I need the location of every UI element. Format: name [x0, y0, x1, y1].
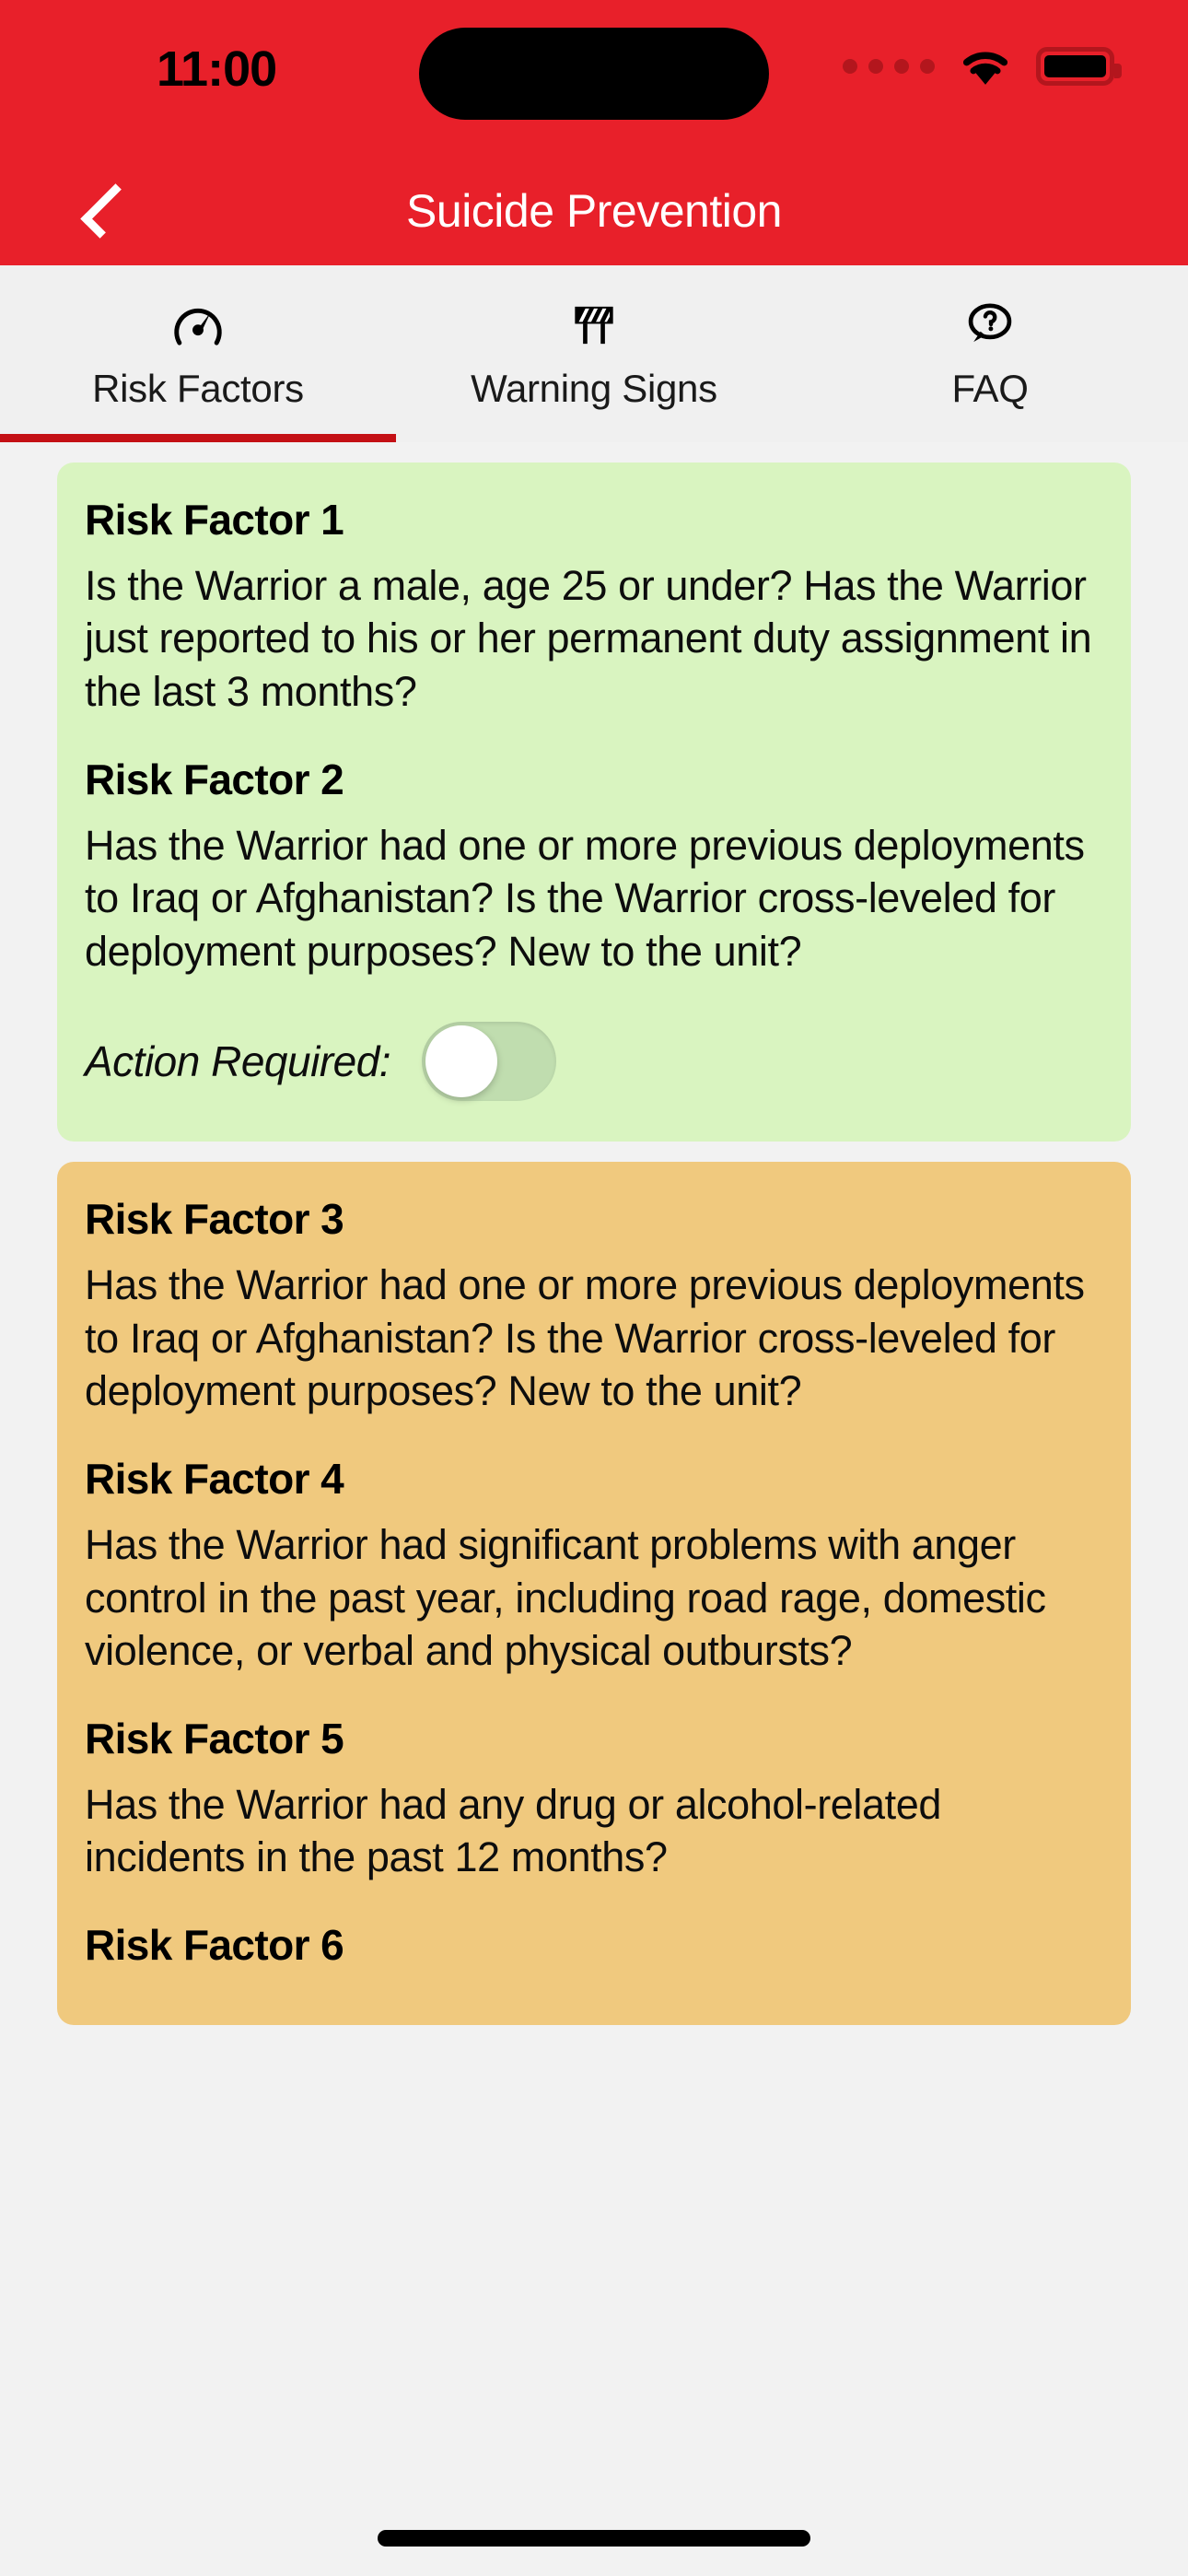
chevron-left-icon — [80, 183, 135, 239]
risk-factors-list[interactable]: Risk Factor 1 Is the Warrior a male, age… — [0, 442, 1188, 2576]
risk-card-orange: Risk Factor 3 Has the Warrior had one or… — [57, 1162, 1131, 2025]
risk-factor-body: Has the Warrior had one or more previous… — [85, 821, 1085, 975]
battery-icon — [1036, 47, 1122, 86]
wifi-icon — [962, 52, 1008, 85]
tab-label-faq: FAQ — [951, 367, 1029, 410]
action-required-label: Action Required: — [85, 1037, 391, 1086]
phone-screen: 11:00 Suicide Prevention Risk Factors Wa… — [0, 0, 1188, 2576]
road-barrier-icon — [565, 289, 623, 361]
tab-warning-signs[interactable]: Warning Signs — [396, 265, 792, 442]
risk-factor-title: Risk Factor 2 — [85, 755, 344, 803]
tab-label-warning-signs: Warning Signs — [471, 367, 717, 410]
risk-card-green: Risk Factor 1 Is the Warrior a male, age… — [57, 463, 1131, 1142]
risk-factor-body: Is the Warrior a male, age 25 or under? … — [85, 561, 1092, 716]
toggle-knob — [425, 1025, 498, 1098]
status-bar-time: 11:00 — [157, 41, 277, 97]
risk-factor-title: Risk Factor 6 — [85, 1920, 344, 1969]
risk-factor-title: Risk Factor 5 — [85, 1714, 344, 1762]
nav-bar: Suicide Prevention — [0, 157, 1188, 265]
risk-factor-body: Has the Warrior had one or more previous… — [85, 1261, 1085, 1415]
cellular-dots-icon — [843, 59, 935, 74]
tab-label-risk-factors: Risk Factors — [92, 367, 304, 410]
home-indicator[interactable] — [378, 2530, 810, 2547]
status-bar-indicators — [843, 46, 1122, 87]
tab-risk-factors[interactable]: Risk Factors — [0, 265, 396, 442]
status-bar: 11:00 — [0, 0, 1188, 157]
tab-faq[interactable]: FAQ — [792, 265, 1188, 442]
risk-factor-title: Risk Factor 3 — [85, 1195, 344, 1244]
page-title: Suicide Prevention — [406, 185, 782, 237]
action-required-toggle[interactable] — [422, 1022, 557, 1102]
back-button[interactable] — [74, 175, 135, 247]
risk-factor-title: Risk Factor 4 — [85, 1455, 344, 1504]
tab-bar: Risk Factors Warning Signs FAQ — [0, 265, 1188, 442]
speedometer-icon — [169, 289, 227, 361]
action-required-row: Action Required: — [85, 1022, 1103, 1102]
dynamic-island — [419, 28, 769, 120]
active-tab-indicator — [0, 434, 396, 442]
risk-factor-body: Has the Warrior had any drug or alcohol-… — [85, 1780, 942, 1881]
question-bubble-icon — [961, 289, 1019, 361]
risk-factor-body: Has the Warrior had significant problems… — [85, 1520, 1046, 1675]
risk-factor-title: Risk Factor 1 — [85, 496, 344, 544]
